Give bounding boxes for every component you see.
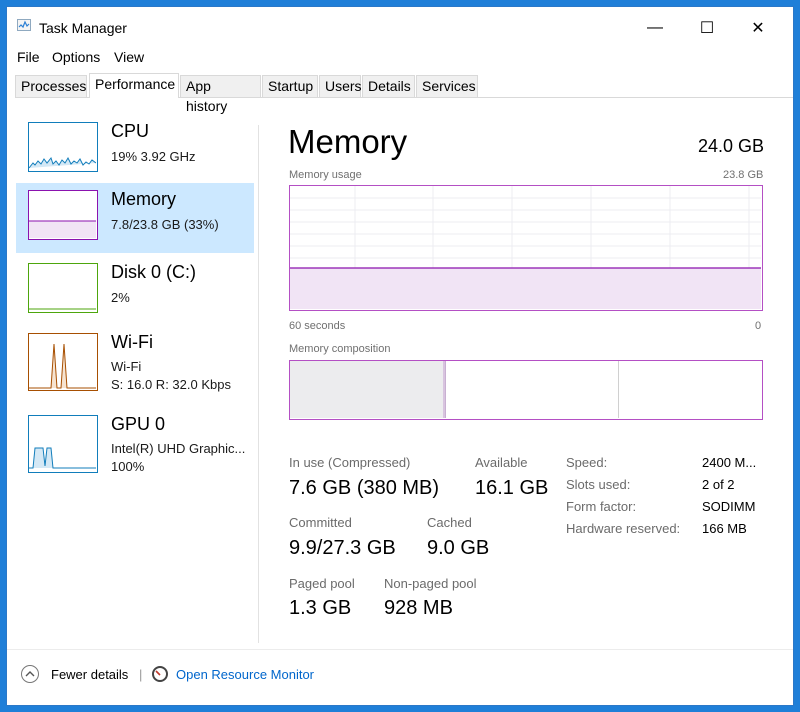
- wifi-thumbnail-graph: [28, 333, 98, 391]
- speed-label: Speed:: [566, 455, 608, 470]
- sidebar-item-detail: 19% 3.92 GHz: [111, 149, 196, 164]
- graph-axis-start: 60 seconds: [289, 320, 346, 332]
- form-factor-value: SODIMM: [702, 499, 756, 514]
- memory-usage-graph: [289, 185, 763, 311]
- task-manager-app-icon: [17, 19, 31, 31]
- window-title: Task Manager: [39, 20, 127, 36]
- sidebar-item-label: CPU: [111, 121, 150, 141]
- sidebar-item-gpu[interactable]: GPU 0 Intel(R) UHD Graphic... 100%: [16, 408, 254, 488]
- non-paged-pool-value: 928 MB: [384, 597, 453, 619]
- sidebar-item-detail: Intel(R) UHD Graphic...: [111, 441, 246, 456]
- tab-bar: Processes Performance App history Startu…: [15, 73, 793, 114]
- committed-value: 9.9/27.3 GB: [289, 537, 396, 559]
- paged-pool-value: 1.3 GB: [289, 597, 352, 619]
- memory-composition-bar: [289, 360, 763, 420]
- tab-services[interactable]: Services: [416, 75, 478, 97]
- menu-file[interactable]: File: [17, 49, 40, 65]
- available-value: 16.1 GB: [475, 477, 549, 499]
- tab-processes[interactable]: Processes: [15, 75, 87, 97]
- sidebar-item-detail: 7.8/23.8 GB (33%): [111, 217, 219, 232]
- sidebar-item-label: Memory: [111, 189, 177, 209]
- in-use-value: 7.6 GB (380 MB): [289, 477, 440, 499]
- tab-details[interactable]: Details: [362, 75, 415, 97]
- tab-startup[interactable]: Startup: [262, 75, 318, 97]
- slots-used-label: Slots used:: [566, 477, 631, 492]
- available-label: Available: [475, 455, 528, 470]
- sidebar-item-wifi[interactable]: Wi-Fi Wi-Fi S: 16.0 R: 32.0 Kbps: [16, 326, 254, 406]
- sidebar-item-cpu[interactable]: CPU 19% 3.92 GHz: [16, 115, 254, 185]
- tab-users[interactable]: Users: [319, 75, 362, 97]
- sidebar-item-disk[interactable]: Disk 0 (C:) 2%: [16, 256, 254, 326]
- sidebar-item-label: Disk 0 (C:): [111, 262, 196, 282]
- total-memory: 24.0 GB: [698, 136, 765, 156]
- sidebar-item-detail: Wi-Fi: [111, 359, 142, 374]
- sidebar-item-utilization: 100%: [111, 459, 145, 474]
- task-manager-window: Task Manager — ☐ ✕ File Options View Pro…: [7, 7, 793, 705]
- form-factor-label: Form factor:: [566, 499, 637, 514]
- cached-label: Cached: [427, 515, 472, 530]
- sidebar-item-label: Wi-Fi: [111, 332, 153, 352]
- memory-thumbnail-graph: [28, 190, 98, 240]
- sidebar-item-label: GPU 0: [111, 414, 166, 434]
- memory-usage-area: [290, 268, 761, 309]
- page-title: Memory: [288, 123, 408, 160]
- footer-divider: [7, 649, 793, 650]
- graph-axis-end: 0: [755, 320, 762, 332]
- speed-value: 2400 M...: [702, 455, 757, 470]
- memory-usage-plot: [290, 186, 761, 309]
- disk-thumbnail-graph: [28, 263, 98, 313]
- non-paged-pool-label: Non-paged pool: [384, 576, 477, 591]
- sidebar-item-throughput: S: 16.0 R: 32.0 Kbps: [111, 377, 231, 392]
- hardware-reserved-label: Hardware reserved:: [566, 521, 681, 536]
- composition-separator: [618, 361, 619, 418]
- memory-composition-label: Memory composition: [289, 343, 391, 355]
- open-resource-monitor-link[interactable]: Open Resource Monitor: [176, 667, 314, 682]
- cpu-thumbnail-graph: [28, 122, 98, 172]
- fewer-details-button[interactable]: Fewer details: [51, 667, 128, 682]
- panel-divider: [258, 125, 259, 643]
- footer-separator: |: [139, 667, 143, 682]
- composition-separator: [445, 361, 446, 418]
- tab-app-history[interactable]: App history: [180, 75, 261, 114]
- menu-view[interactable]: View: [114, 49, 144, 65]
- maximize-button[interactable]: ☐: [693, 15, 721, 41]
- hardware-reserved-value: 166 MB: [702, 521, 747, 536]
- composition-in-use: [290, 361, 443, 418]
- chevron-up-icon[interactable]: [21, 665, 39, 683]
- memory-usage-max: 23.8 GB: [723, 169, 764, 181]
- memory-usage-label: Memory usage: [289, 169, 362, 181]
- sidebar-item-detail: 2%: [111, 290, 130, 305]
- committed-label: Committed: [289, 515, 352, 530]
- minimize-button[interactable]: —: [641, 15, 669, 41]
- in-use-label: In use (Compressed): [289, 455, 411, 470]
- slots-used-value: 2 of 2: [702, 477, 735, 492]
- title-bar[interactable]: Task Manager — ☐ ✕: [7, 7, 793, 39]
- sidebar-item-memory[interactable]: Memory 7.8/23.8 GB (33%): [16, 183, 254, 253]
- menu-options[interactable]: Options: [52, 49, 100, 65]
- gpu-thumbnail-graph: [28, 415, 98, 473]
- cached-value: 9.0 GB: [427, 537, 490, 559]
- close-button[interactable]: ✕: [744, 15, 772, 41]
- tab-performance[interactable]: Performance: [89, 73, 179, 98]
- paged-pool-label: Paged pool: [289, 576, 355, 591]
- resource-monitor-icon[interactable]: [152, 666, 168, 682]
